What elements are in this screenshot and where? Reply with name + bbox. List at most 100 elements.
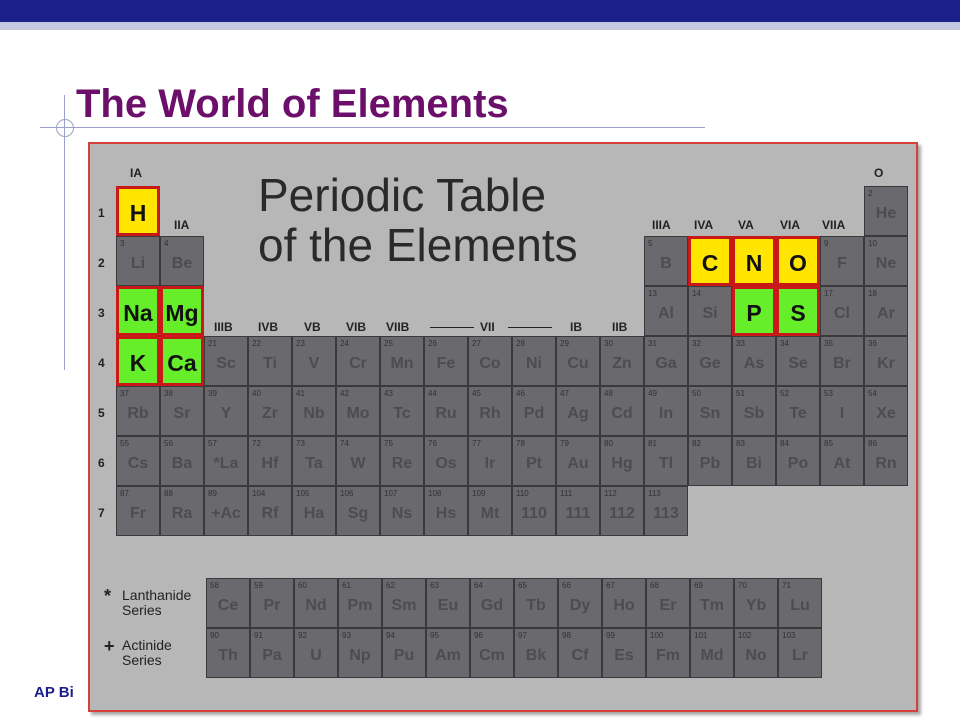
atomic-number: 59 xyxy=(254,581,263,590)
element-cell-ag: 47 Ag xyxy=(556,386,600,436)
element-symbol: Tc xyxy=(393,405,411,422)
element-cell-mg: 12Mg xyxy=(160,286,204,336)
group-label-iiia: IIIA xyxy=(652,218,671,232)
element-symbol: S xyxy=(790,300,806,326)
element-cell-cr: 24 Cr xyxy=(336,336,380,386)
element-cell-111: 111 111 xyxy=(556,486,600,536)
element-cell-be: 4 Be xyxy=(160,236,204,286)
atomic-number: 58 xyxy=(210,581,219,590)
atomic-number: 79 xyxy=(560,439,569,448)
element-cell-ge: 32 Ge xyxy=(688,336,732,386)
atomic-number: 91 xyxy=(254,631,263,640)
element-symbol: Ga xyxy=(655,355,677,372)
element-symbol: I xyxy=(839,405,845,422)
element-cell-ta: 73 Ta xyxy=(292,436,336,486)
atomic-number: 112 xyxy=(604,489,617,498)
atomic-number: 29 xyxy=(560,339,569,348)
element-cell-s: 16S xyxy=(776,286,820,336)
element-symbol: N xyxy=(745,250,763,276)
element-cell-xe: 54 Xe xyxy=(864,386,908,436)
element-symbol: Rf xyxy=(261,505,279,522)
atomic-number: 98 xyxy=(562,631,571,640)
element-cell-kr: 36 Kr xyxy=(864,336,908,386)
element-symbol: Ir xyxy=(484,455,496,472)
atomic-number: 13 xyxy=(648,289,657,298)
element-cell-ca: 20Ca xyxy=(160,336,204,386)
atomic-number: 66 xyxy=(562,581,571,590)
element-symbol: Ce xyxy=(217,597,239,614)
element-symbol: Md xyxy=(700,647,724,664)
atomic-number: 36 xyxy=(868,339,877,348)
element-cell-he: 2 He xyxy=(864,186,908,236)
element-cell-pu: 94 Pu xyxy=(382,628,426,678)
atomic-number: 5 xyxy=(648,239,653,248)
element-symbol: Se xyxy=(788,355,808,372)
element-symbol: Mg xyxy=(165,300,199,326)
periodic-table-image: Periodic Table of the Elements IA IIA II… xyxy=(88,142,918,712)
atomic-number: 24 xyxy=(340,339,349,348)
element-symbol: Ti xyxy=(263,355,277,372)
element-symbol: At xyxy=(833,455,851,472)
element-cell-re: 75 Re xyxy=(380,436,424,486)
element-cell-ru: 44 Ru xyxy=(424,386,468,436)
element-symbol: Ru xyxy=(435,405,457,422)
element-cell-sg: 106 Sg xyxy=(336,486,380,536)
atomic-number: 26 xyxy=(428,339,437,348)
atomic-number: 95 xyxy=(430,631,439,640)
element-symbol: Cs xyxy=(127,455,149,472)
element-cell-hf: 72 Hf xyxy=(248,436,292,486)
element-cell-ne: 10 Ne xyxy=(864,236,908,286)
element-cell-hs: 108 Hs xyxy=(424,486,468,536)
element-cell-tm: 69 Tm xyxy=(690,578,734,628)
element-cell-pa: 91 Pa xyxy=(250,628,294,678)
element-symbol: Cu xyxy=(567,355,589,372)
element-cell-br: 35 Br xyxy=(820,336,864,386)
element-cell-ns: 107 Ns xyxy=(380,486,424,536)
element-symbol: Zr xyxy=(262,405,278,422)
atomic-number: 32 xyxy=(692,339,701,348)
atomic-number: 23 xyxy=(296,339,305,348)
element-cell-es: 99 Es xyxy=(602,628,646,678)
atomic-number: 93 xyxy=(342,631,351,640)
element-symbol: Y xyxy=(220,405,232,422)
element-symbol: Kr xyxy=(877,355,895,372)
period-label-4: 4 xyxy=(98,356,105,370)
atomic-number: 76 xyxy=(428,439,437,448)
element-cell-mn: 25 Mn xyxy=(380,336,424,386)
atomic-number: 9 xyxy=(824,239,829,248)
element-symbol: Xe xyxy=(876,405,896,422)
element-symbol: Ra xyxy=(171,505,193,522)
element-symbol: Hs xyxy=(435,505,457,522)
element-cell-co: 27 Co xyxy=(468,336,512,386)
period-label-7: 7 xyxy=(98,506,105,520)
element-symbol: 113 xyxy=(653,505,679,522)
atomic-number: 3 xyxy=(120,239,125,248)
table-title-line1: Periodic Table xyxy=(258,169,547,221)
atomic-number: 89 xyxy=(208,489,217,498)
group-label-vb: VB xyxy=(304,320,321,334)
element-symbol: Po xyxy=(787,455,809,472)
lanthanide-mark: * xyxy=(104,586,112,606)
atomic-number: 53 xyxy=(824,389,833,398)
element-symbol: Rn xyxy=(875,455,897,472)
atomic-number: 30 xyxy=(604,339,613,348)
atomic-number: 73 xyxy=(296,439,305,448)
element-cell-cl: 17 Cl xyxy=(820,286,864,336)
element-symbol: P xyxy=(746,300,762,326)
element-symbol: Te xyxy=(789,405,807,422)
element-symbol: Mn xyxy=(390,355,414,372)
element-symbol: As xyxy=(743,355,765,372)
table-title-line2: of the Elements xyxy=(258,219,578,271)
element-cell-dy: 66 Dy xyxy=(558,578,602,628)
period-label-5: 5 xyxy=(98,406,105,420)
atomic-number: 45 xyxy=(472,389,481,398)
element-cell-cu: 29 Cu xyxy=(556,336,600,386)
element-symbol: Ni xyxy=(526,355,542,372)
element-cell-gd: 64 Gd xyxy=(470,578,514,628)
atomic-number: 43 xyxy=(384,389,393,398)
element-cell-pr: 59 Pr xyxy=(250,578,294,628)
atomic-number: 97 xyxy=(518,631,527,640)
element-cell-np: 93 Np xyxy=(338,628,382,678)
group-label-o: O xyxy=(874,166,884,180)
element-cell-fm: 100 Fm xyxy=(646,628,690,678)
